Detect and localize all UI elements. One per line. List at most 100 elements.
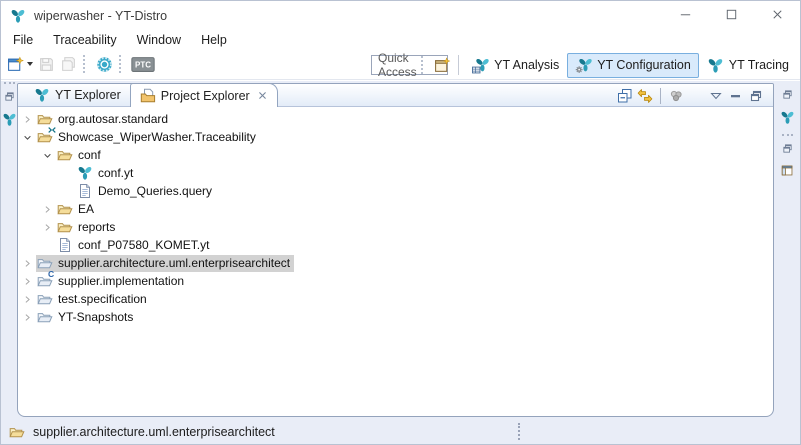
open-perspective-button[interactable] — [431, 53, 453, 77]
tree-item-label: org.autosar.standard — [58, 112, 169, 126]
file-icon — [57, 237, 73, 253]
tree-item-conf[interactable]: conf — [18, 146, 773, 164]
restore-pane-button[interactable] — [3, 90, 16, 103]
chevron-collapsed-icon[interactable] — [39, 219, 56, 235]
restore-pane-button[interactable] — [781, 88, 794, 101]
minimized-outline-view-button[interactable] — [781, 164, 794, 177]
link-with-editor-button[interactable] — [635, 87, 655, 105]
tree-item-yt-snapshots[interactable]: YT-Snapshots — [18, 308, 773, 326]
minimized-yt-view-button[interactable] — [780, 110, 795, 125]
chevron-collapsed-icon[interactable] — [19, 309, 36, 325]
view-menu-icon — [708, 88, 724, 104]
menu-item-window[interactable]: Window — [127, 32, 191, 48]
open-perspective-icon — [434, 56, 451, 74]
dropdown-caret-icon[interactable] — [27, 62, 33, 66]
yt-analysis-icon — [472, 57, 489, 74]
tree-item-label: Demo_Queries.query — [98, 184, 213, 198]
restore-pane-button-2[interactable] — [781, 142, 794, 155]
menu-item-help[interactable]: Help — [191, 32, 237, 48]
ptc-icon: PTC — [131, 56, 155, 73]
tab-label: Project Explorer — [160, 88, 250, 103]
layout-pane-icon — [781, 164, 794, 177]
komet-button[interactable] — [93, 52, 115, 76]
save-button[interactable] — [35, 52, 57, 76]
toolbar-drag-handle[interactable] — [83, 55, 87, 73]
view-toolbar — [615, 86, 766, 105]
link-with-editor-icon — [637, 88, 653, 104]
perspective-yt-tracing[interactable]: YT Tracing — [699, 53, 797, 78]
close-tab-icon[interactable] — [257, 90, 268, 101]
tree-item-label: EA — [78, 202, 95, 216]
folder-open-icon — [57, 147, 73, 163]
view-tab-header: YT Explorer Project Explorer — [18, 84, 773, 107]
tab-project-explorer[interactable]: Project Explorer — [129, 84, 278, 107]
chevron-expanded-icon[interactable] — [39, 147, 56, 163]
minimize-icon — [678, 7, 693, 25]
tree-item-showcase-wiperwasher-traceability[interactable]: Showcase_WiperWasher.Traceability — [18, 127, 773, 146]
chevron-collapsed-icon[interactable] — [19, 255, 36, 271]
workbench-area: YT Explorer Project Explorer org.autosar.… — [1, 81, 800, 419]
perspective-label: YT Tracing — [728, 58, 789, 72]
tree-item-reports[interactable]: reports — [18, 218, 773, 236]
tree-item-test-specification[interactable]: test.specification — [18, 290, 773, 308]
status-drag-handle[interactable] — [518, 423, 520, 440]
folder-open-icon — [57, 219, 73, 235]
yt-logo-icon — [2, 112, 17, 127]
working-set-button[interactable] — [666, 87, 686, 105]
tree-item-label: Showcase_WiperWasher.Traceability — [58, 130, 256, 144]
tree-item-label: conf.yt — [98, 166, 134, 180]
collapse-all-button[interactable] — [615, 87, 635, 105]
minimize-view-icon — [728, 88, 744, 104]
new-wizard-button[interactable] — [5, 52, 35, 76]
folder-open-icon — [9, 424, 25, 440]
minimize-view-button[interactable] — [726, 87, 746, 105]
maximize-button[interactable] — [708, 1, 754, 30]
chevron-expanded-icon[interactable] — [19, 129, 36, 145]
title-bar: wiperwasher - YT-Distro — [1, 1, 800, 30]
trim-drag-handle[interactable] — [3, 82, 15, 86]
chevron-collapsed-icon[interactable] — [19, 111, 36, 127]
perspective-yt-configuration[interactable]: YT Configuration — [567, 52, 699, 78]
toolbar-separator — [458, 55, 460, 75]
toolbar-left: PTC — [5, 52, 157, 76]
window-title: wiperwasher - YT-Distro — [34, 8, 168, 23]
right-trim-bar — [774, 81, 800, 419]
tree-item-org-autosar-standard[interactable]: org.autosar.standard — [18, 110, 773, 128]
trim-drag-handle[interactable] — [781, 134, 793, 138]
tab-yt-explorer[interactable]: YT Explorer — [25, 84, 130, 106]
chevron-collapsed-icon[interactable] — [39, 201, 56, 217]
minimized-yt-view-button[interactable] — [2, 112, 17, 127]
close-button[interactable] — [754, 1, 800, 30]
main-toolbar: PTC Quick Access YT Analysis YT Configura… — [1, 49, 800, 80]
tree-item-conf-yt[interactable]: conf.yt — [18, 164, 773, 182]
folder-closed-icon — [37, 309, 53, 325]
chevron-collapsed-icon[interactable] — [19, 291, 36, 307]
minimize-button[interactable] — [662, 1, 708, 30]
view-menu-button[interactable] — [706, 87, 726, 105]
folder-open-icon — [37, 111, 53, 127]
menu-item-file[interactable]: File — [3, 32, 43, 48]
nature-decorator: C — [48, 269, 55, 279]
application-window: wiperwasher - YT-Distro File Traceability… — [0, 0, 801, 445]
yt-logo-icon — [780, 110, 795, 125]
tree-item-ea[interactable]: EA — [18, 200, 773, 218]
chevron-collapsed-icon[interactable] — [19, 273, 36, 289]
ptc-button[interactable]: PTC — [129, 52, 157, 76]
svg-text:PTC: PTC — [135, 60, 151, 69]
menu-bar: File Traceability Window Help — [1, 30, 800, 49]
tree-item-demo-queries-query[interactable]: Demo_Queries.query — [18, 182, 773, 200]
tree-item-supplier-implementation[interactable]: Csupplier.implementation — [18, 269, 773, 290]
perspective-yt-analysis[interactable]: YT Analysis — [464, 53, 567, 78]
toolbar-drag-handle[interactable] — [119, 55, 123, 73]
perspective-bar: YT Analysis YT Configuration YT Tracing — [417, 52, 797, 78]
menu-item-traceability[interactable]: Traceability — [43, 32, 126, 48]
tab-bar: YT Explorer Project Explorer — [25, 84, 278, 107]
tree-item-supplier-architecture-uml-enterprisearchitect[interactable]: supplier.architecture.uml.enterprisearch… — [18, 254, 773, 272]
restore-pane-icon — [3, 90, 16, 103]
maximize-view-icon — [748, 88, 764, 104]
maximize-view-button[interactable] — [746, 87, 766, 105]
save-all-button[interactable] — [57, 52, 79, 76]
toolbar-drag-handle[interactable] — [421, 56, 425, 74]
tree-item-conf-p07580-komet-yt[interactable]: conf_P07580_KOMET.yt — [18, 236, 773, 254]
tree-item-label: supplier.implementation — [58, 274, 185, 288]
